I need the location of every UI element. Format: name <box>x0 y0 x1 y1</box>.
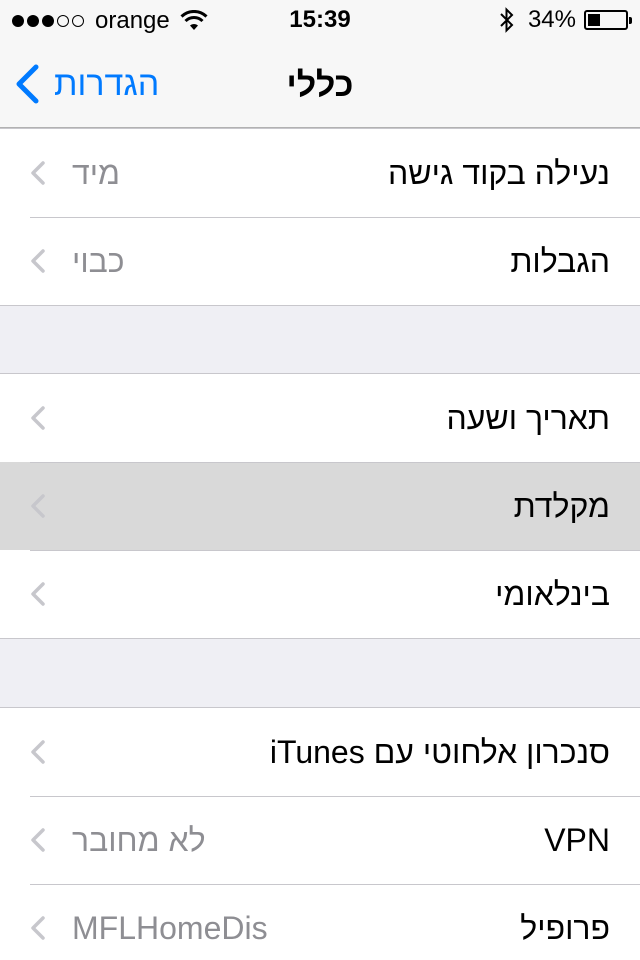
chevron-icon <box>31 161 45 185</box>
row-profile[interactable]: פרופיל MFLHomeDis <box>0 884 640 960</box>
row-label: מקלדת <box>513 488 610 524</box>
bluetooth-icon <box>500 7 514 33</box>
row-vpn[interactable]: VPN לא מחובר <box>0 796 640 884</box>
chevron-icon <box>31 740 45 764</box>
settings-group-passcode: נעילה בקוד גישה מיד הגבלות כבוי <box>0 128 640 306</box>
battery-icon <box>584 10 632 30</box>
status-bar: orange 15:39 34% <box>0 0 640 40</box>
chevron-icon <box>31 406 45 430</box>
row-itunes-wifi-sync[interactable]: סנכרון אלחוטי עם iTunes <box>0 708 640 796</box>
page-title: כללי <box>286 66 354 104</box>
screen: orange 15:39 34% הגדרות כללי נעילה בקוד … <box>0 0 640 960</box>
navigation-bar: הגדרות כללי <box>0 40 640 128</box>
settings-group-locale: תאריך ושעה מקלדת בינלאומי <box>0 373 640 639</box>
chevron-icon <box>31 494 45 518</box>
battery-percent: 34% <box>527 6 576 33</box>
row-date-time[interactable]: תאריך ושעה <box>0 374 640 462</box>
chevron-icon <box>31 828 45 852</box>
row-restrictions[interactable]: הגבלות כבוי <box>0 217 640 305</box>
row-label: פרופיל <box>520 910 610 946</box>
row-label: VPN <box>544 822 610 858</box>
row-value: MFLHomeDis <box>72 910 268 946</box>
row-value: מיד <box>72 155 121 191</box>
status-right: 34% <box>498 6 632 34</box>
chevron-icon <box>31 916 45 940</box>
row-international[interactable]: בינלאומי <box>0 550 640 638</box>
row-value: כבוי <box>72 243 125 279</box>
battery-level-fill <box>588 14 600 26</box>
row-label: בינלאומי <box>495 576 610 612</box>
row-label: סנכרון אלחוטי עם iTunes <box>269 734 610 770</box>
chevron-icon <box>31 582 45 606</box>
row-passcode-lock[interactable]: נעילה בקוד גישה מיד <box>0 129 640 217</box>
settings-group-sync: סנכרון אלחוטי עם iTunes VPN לא מחובר פרו… <box>0 707 640 960</box>
row-value: לא מחובר <box>72 822 206 858</box>
row-label: הגבלות <box>510 243 610 279</box>
chevron-icon <box>31 249 45 273</box>
battery-tip <box>629 17 632 24</box>
row-label: תאריך ושעה <box>446 400 610 436</box>
row-label: נעילה בקוד גישה <box>387 155 610 191</box>
row-keyboard[interactable]: מקלדת <box>0 462 640 550</box>
